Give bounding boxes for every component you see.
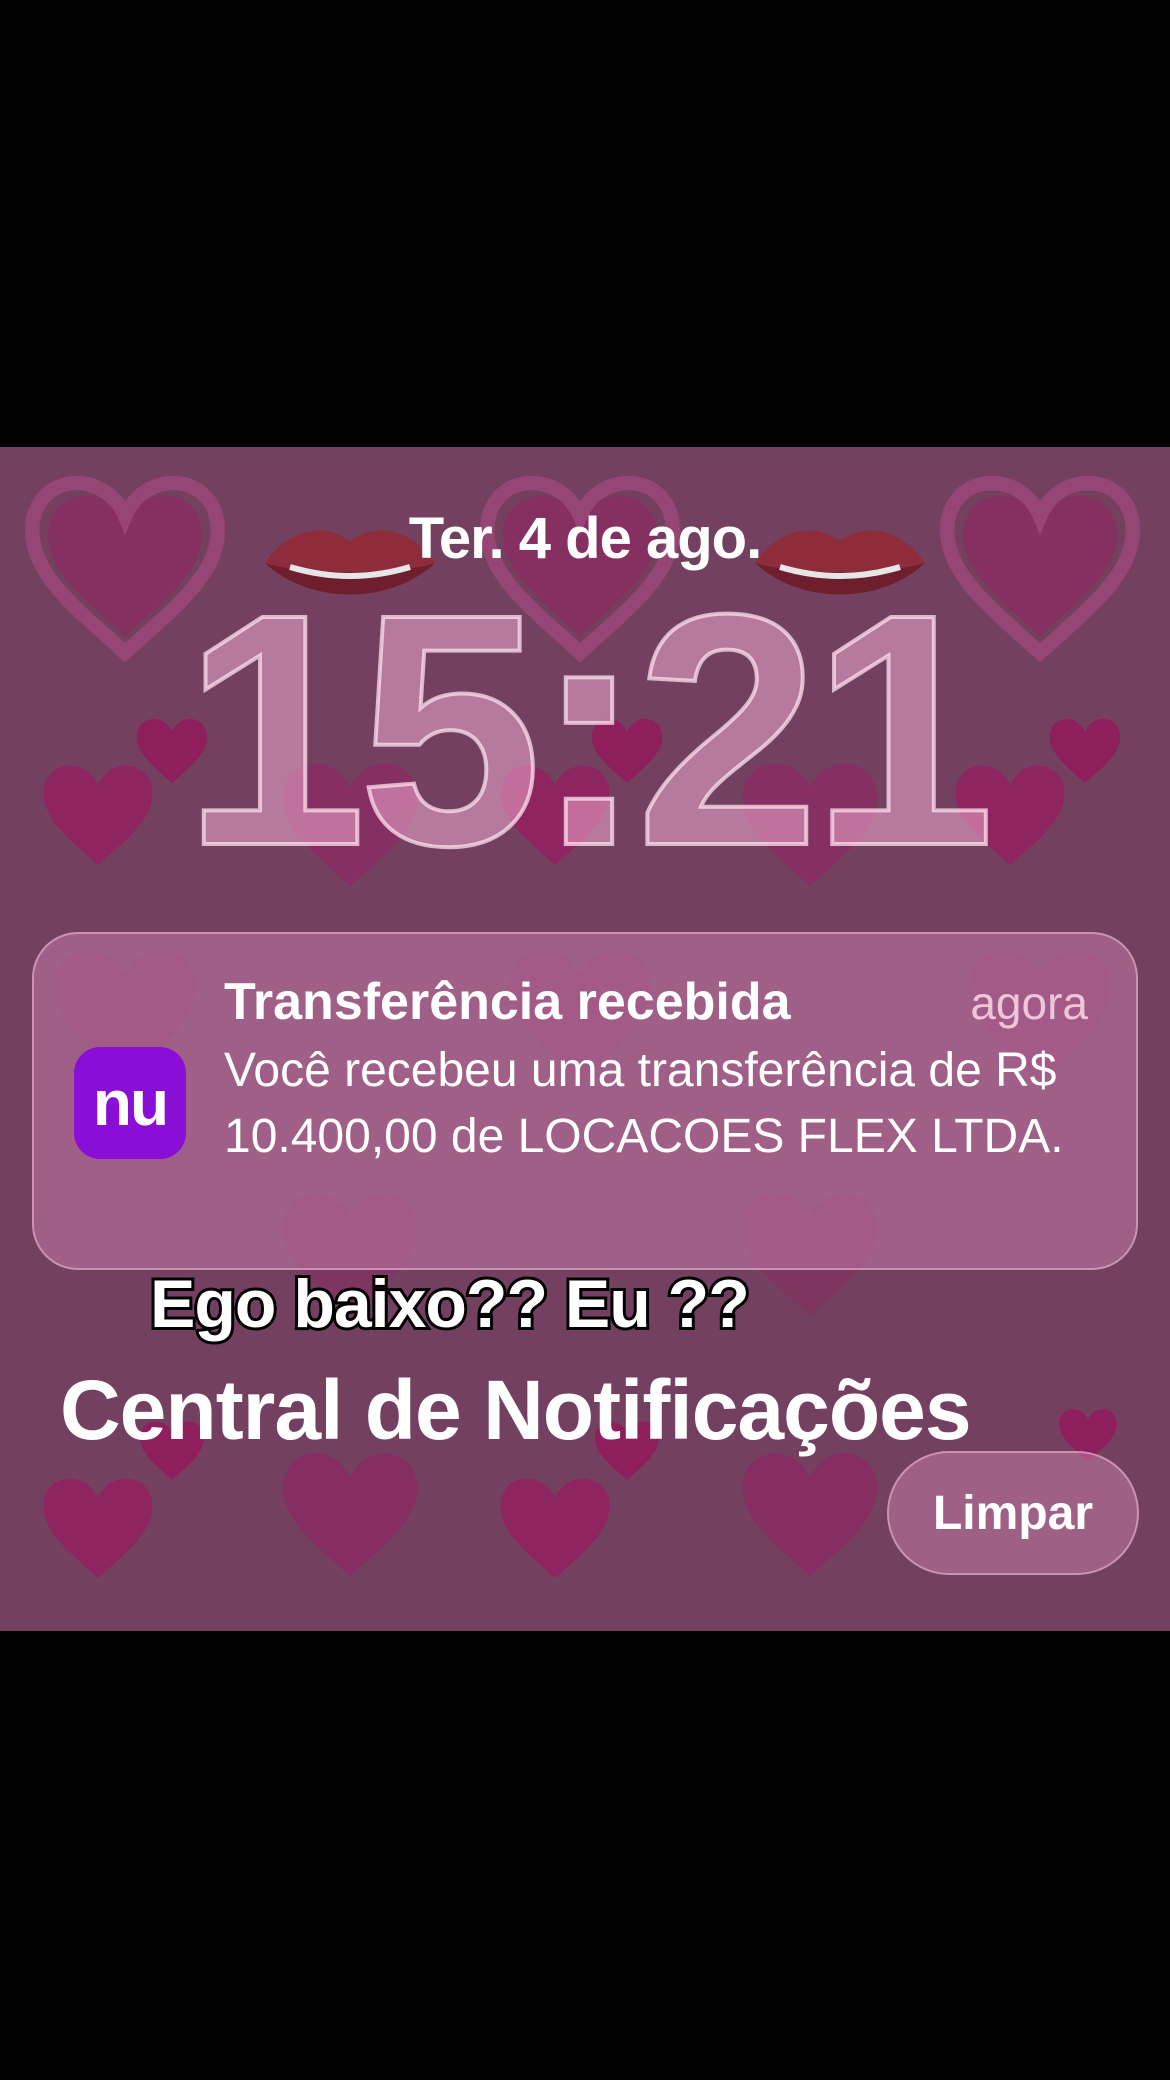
heart-icon [43,1478,153,1579]
bottom-letterbox [0,1631,1170,2080]
clear-button[interactable]: Limpar [887,1451,1139,1575]
nubank-app-icon: nu [74,1047,186,1159]
heart-icon [500,1478,610,1579]
heart-icon [742,1453,878,1577]
lock-screen: Ter. 4 de ago. 15:21 nu Transferência re… [0,447,1170,1631]
notification-time: agora [970,977,1088,1029]
notification-card[interactable]: nu Transferência recebida agora Você rec… [32,932,1138,1270]
video-caption: Ego baixo?? Eu ?? [147,1263,753,1345]
notification-title: Transferência recebida [224,973,791,1031]
notification-body: Você recebeu uma transferência de R$ 10.… [224,1044,1064,1163]
heart-icon [282,1453,418,1577]
lock-clock: 15:21 [181,545,997,914]
app-icon-label: nu [92,1067,169,1139]
top-letterbox [0,0,1170,447]
clear-button-label: Limpar [932,1486,1094,1540]
notification-center-title: Central de Notificações [60,1363,972,1457]
